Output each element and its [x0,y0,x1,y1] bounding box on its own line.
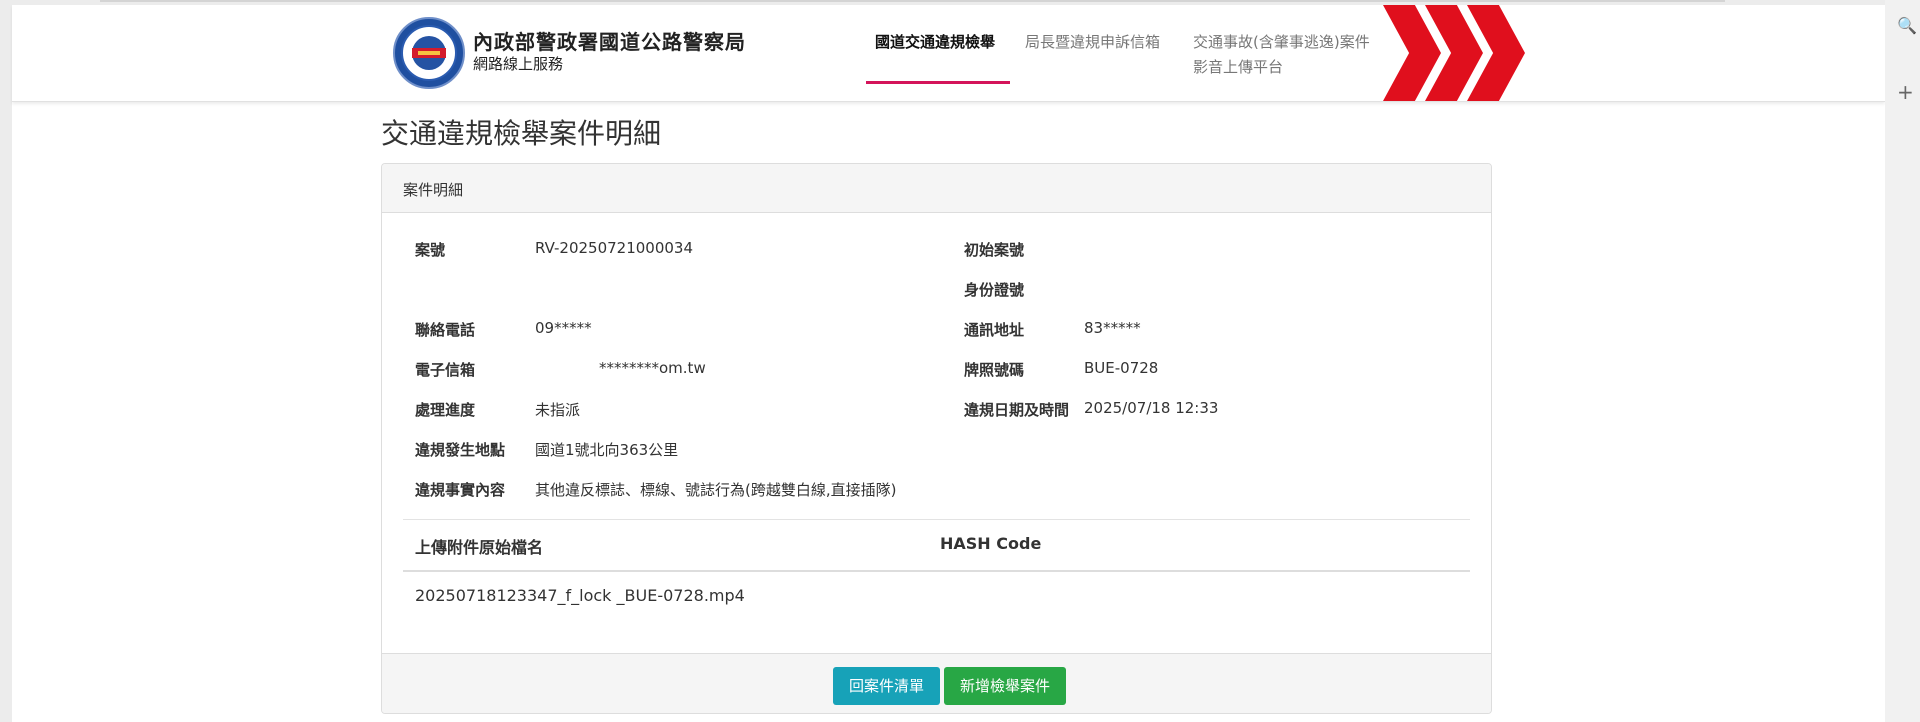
logo-ring [401,25,457,81]
attachment-hash-header: HASH Code [940,534,1042,553]
status-value: 未指派 [535,401,581,419]
datetime-label: 違規日期及時間 [964,401,1070,419]
org-subtitle[interactable]: 網路線上服務 [473,53,563,74]
plus-icon[interactable]: + [1897,80,1914,104]
email-label: 電子信箱 [415,361,476,379]
nav-accident-upload-line2: 影音上傳平台 [1193,58,1284,76]
panel-heading: 案件明細 [382,164,1491,213]
id-no-label: 身份證號 [964,281,1025,299]
attachment-filename[interactable]: 20250718123347_f_lock _BUE-0728.mp4 [415,586,745,605]
original-case-no-label: 初始案號 [964,241,1025,259]
email-value: ********om.tw [599,359,706,377]
search-icon[interactable]: 🔍 [1897,16,1917,35]
top-strip [100,0,1725,2]
site-header: 內政部警政署國道公路警察局 網路線上服務 國道交通違規檢舉 局長暨違規申訴信箱 … [12,5,1885,102]
back-to-list-button[interactable]: 回案件清單 [833,667,940,705]
content-value: 其他違反標誌、標線、號誌行為(跨越雙白線,直接插隊) [535,481,897,499]
case-no-value: RV-20250721000034 [535,239,694,257]
location-label: 違規發生地點 [415,441,506,459]
case-no-label: 案號 [415,241,446,259]
police-logo [393,17,465,89]
content-label: 違規事實內容 [415,481,506,499]
chevron-right-icon [1383,5,1441,101]
nav-accident-upload[interactable]: 交通事故(含肇事逃逸)案件 影音上傳平台 [1193,31,1370,77]
attachment-table-header: 上傳附件原始檔名 HASH Code [403,519,1470,572]
plate-label: 牌照號碼 [964,361,1025,379]
address-label: 通訊地址 [964,321,1025,339]
nav-active-underline [866,81,1010,84]
phone-value: 09***** [535,319,592,337]
panel-heading-text: 案件明細 [403,181,464,199]
address-value: 83***** [1084,319,1141,337]
phone-label: 聯絡電話 [415,321,476,339]
plate-value: BUE-0728 [1084,359,1159,377]
attachment-filename-header: 上傳附件原始檔名 [415,538,544,557]
nav-traffic-report[interactable]: 國道交通違規檢舉 [875,31,995,52]
browser-sidebar [1885,0,1920,722]
status-label: 處理進度 [415,401,476,419]
page-title: 交通違規檢舉案件明細 [381,117,662,150]
nav-accident-upload-line1: 交通事故(含肇事逃逸)案件 [1193,33,1370,51]
panel-footer: 回案件清單 新增檢舉案件 [382,653,1491,713]
new-report-button[interactable]: 新增檢舉案件 [944,667,1066,705]
org-name[interactable]: 內政部警政署國道公路警察局 [473,26,746,55]
case-detail-panel: 案件明細 案號 RV-20250721000034 初始案號 身份證號 聯絡電話… [381,163,1492,714]
logo-wing [418,51,440,55]
nav-director-mailbox[interactable]: 局長暨違規申訴信箱 [1025,31,1160,52]
logo-core [412,36,446,70]
datetime-value: 2025/07/18 12:33 [1084,399,1219,417]
location-value: 國道1號北向363公里 [535,441,679,459]
